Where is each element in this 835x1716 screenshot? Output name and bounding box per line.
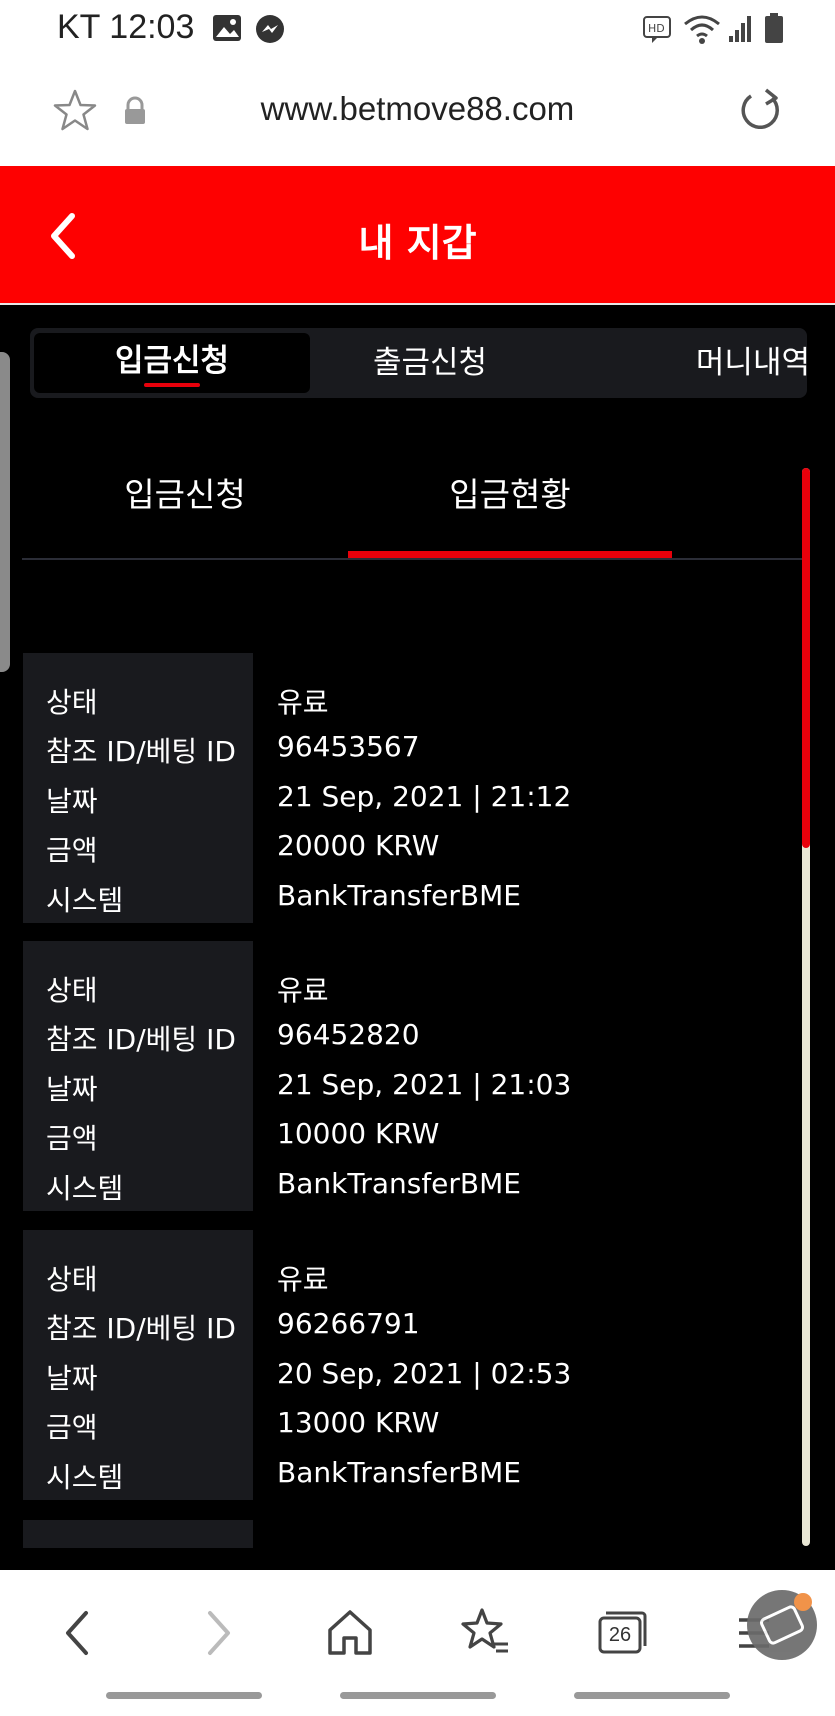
- record-row-amount: 금액 10000 KRW: [23, 1111, 803, 1160]
- edge-panel-handle[interactable]: [0, 352, 10, 672]
- field-label: 상태: [46, 1263, 98, 1296]
- record-row-ref: 참조 ID/베팅 ID 96266791: [23, 1301, 803, 1350]
- tab-deposit-request[interactable]: 입금신청: [34, 333, 310, 393]
- reload-icon[interactable]: [736, 86, 786, 136]
- tabs-count: 26: [608, 1624, 632, 1646]
- chevron-right-icon: [208, 1611, 230, 1655]
- ref-id-value: 96266791: [277, 1307, 420, 1340]
- wifi-icon: [684, 15, 720, 44]
- deposit-record: 상태 유료 참조 ID/베팅 ID 96266791 날짜 20 Sep, 2021 …: [23, 1230, 803, 1500]
- field-label: 상태: [46, 974, 98, 1007]
- deposit-record: 상태 유료 참조 ID/베팅 ID 96452820 날짜 21 Sep, 2021 …: [23, 941, 803, 1211]
- gesture-bar-center: [340, 1692, 496, 1699]
- record-row-status: 상태 유료: [23, 675, 803, 724]
- nav-back-button[interactable]: [44, 1598, 114, 1668]
- date-value: 20 Sep, 2021 | 02:53: [277, 1357, 572, 1390]
- active-tab-indicator: [144, 383, 200, 387]
- wallet-tabs: 입금신청 출금신청 머니내역: [30, 328, 810, 398]
- svg-text:HD: HD: [648, 22, 665, 35]
- record-row-amount: 금액 20000 KRW: [23, 823, 803, 872]
- browser-bottom-nav: 26: [0, 1570, 835, 1716]
- subtab-deposit-status[interactable]: 입금현황: [360, 468, 660, 516]
- nav-home-button[interactable]: [315, 1598, 385, 1668]
- amount-value: 20000 KRW: [277, 829, 440, 862]
- amount-value: 10000 KRW: [277, 1117, 440, 1150]
- status-time: KT 12:03: [57, 8, 195, 46]
- field-label: 날짜: [46, 1073, 98, 1106]
- messenger-icon: [256, 15, 284, 43]
- system-value: BankTransferBME: [277, 879, 521, 912]
- ticket-icon: [760, 1593, 812, 1645]
- active-subtab-indicator: [348, 551, 672, 558]
- record-row-ref: 참조 ID/베팅 ID 96452820: [23, 1012, 803, 1061]
- deposit-record: 상태 유료 참조 ID/베팅 ID 96453567 날짜 21 Sep, 2021 …: [23, 653, 803, 923]
- gesture-bar-right: [574, 1692, 730, 1699]
- url-text[interactable]: www.betmove88.com: [0, 90, 835, 128]
- record-row-status: 상태 유료: [23, 963, 803, 1012]
- browser-url-bar: www.betmove88.com: [0, 62, 835, 166]
- record-row-ref: 참조 ID/베팅 ID 96453567: [23, 724, 803, 773]
- record-row-status: 상태 유료: [23, 1252, 803, 1301]
- status-value: 유료: [277, 1263, 329, 1296]
- record-row-date: 날짜 21 Sep, 2021 | 21:03: [23, 1062, 803, 1111]
- field-label: 상태: [46, 686, 98, 719]
- gallery-icon: [213, 15, 241, 41]
- page-title: 내 지갑: [358, 221, 477, 265]
- field-label: 참조 ID/베팅 ID: [46, 735, 236, 768]
- nav-bookmarks-button[interactable]: [450, 1598, 520, 1668]
- status-bar: KT 12:03 HD: [0, 0, 835, 62]
- tab-withdraw-request[interactable]: 출금신청: [320, 328, 540, 398]
- nav-forward-button[interactable]: [182, 1598, 252, 1668]
- field-label: 금액: [46, 834, 98, 867]
- system-value: BankTransferBME: [277, 1456, 521, 1489]
- field-label: 날짜: [46, 785, 98, 818]
- gesture-bar-left: [106, 1692, 262, 1699]
- hd-voice-icon: HD: [643, 16, 671, 43]
- app-header: 내 지갑: [0, 166, 835, 305]
- record-row-amount: 금액 13000 KRW: [23, 1400, 803, 1449]
- date-value: 21 Sep, 2021 | 21:12: [277, 780, 572, 813]
- field-label: 시스템: [46, 884, 124, 917]
- bookmarks-star-icon: [461, 1608, 508, 1653]
- tab-money-history[interactable]: 머니내역: [630, 328, 810, 398]
- scrollbar-thumb[interactable]: [802, 468, 810, 848]
- nav-tabs-button[interactable]: 26: [586, 1598, 656, 1668]
- chevron-left-icon: [66, 1611, 88, 1655]
- subtab-divider: [22, 558, 802, 560]
- field-label: 금액: [46, 1411, 98, 1444]
- tab-label: 입금신청: [114, 343, 230, 379]
- status-value: 유료: [277, 974, 329, 1007]
- subtab-deposit-request[interactable]: 입금신청: [35, 468, 335, 516]
- home-icon: [328, 1610, 372, 1655]
- field-label: 시스템: [46, 1461, 124, 1494]
- deposit-record-partial: [23, 1520, 253, 1548]
- record-row-system: 시스템 BankTransferBME: [23, 873, 803, 922]
- field-label: 금액: [46, 1122, 98, 1155]
- battery-icon: [765, 13, 783, 43]
- ref-id-value: 96452820: [277, 1018, 420, 1051]
- system-value: BankTransferBME: [277, 1167, 521, 1200]
- field-label: 참조 ID/베팅 ID: [46, 1312, 236, 1345]
- amount-value: 13000 KRW: [277, 1406, 440, 1439]
- field-label: 시스템: [46, 1172, 124, 1205]
- ref-id-value: 96453567: [277, 730, 420, 763]
- signal-icon: [729, 16, 751, 42]
- record-row-date: 날짜 20 Sep, 2021 | 02:53: [23, 1351, 803, 1400]
- record-row-system: 시스템 BankTransferBME: [23, 1161, 803, 1210]
- floating-coupon-button[interactable]: [747, 1590, 817, 1660]
- field-label: 참조 ID/베팅 ID: [46, 1023, 236, 1056]
- status-value: 유료: [277, 686, 329, 719]
- record-row-date: 날짜 21 Sep, 2021 | 21:12: [23, 774, 803, 823]
- date-value: 21 Sep, 2021 | 21:03: [277, 1068, 572, 1101]
- record-row-system: 시스템 BankTransferBME: [23, 1450, 803, 1499]
- field-label: 날짜: [46, 1362, 98, 1395]
